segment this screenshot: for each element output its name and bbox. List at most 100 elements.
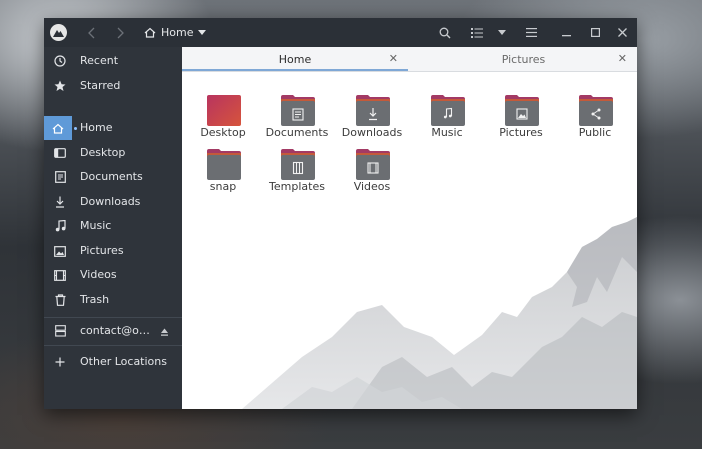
picture-icon	[52, 243, 68, 259]
folder-downloads[interactable]: Downloads	[339, 92, 405, 146]
active-indicator	[74, 127, 77, 130]
folder-label: Music	[431, 126, 463, 139]
sidebar-item-videos[interactable]: Videos	[44, 263, 182, 287]
sidebar-item-pictures[interactable]: Pictures	[44, 239, 182, 263]
back-button[interactable]	[84, 18, 100, 47]
download-icon	[52, 194, 68, 210]
sidebar-item-label: Pictures	[80, 244, 124, 257]
plus-icon	[52, 354, 68, 370]
active-tab-indicator	[182, 69, 408, 71]
folder-label: Templates	[269, 180, 325, 193]
minimize-button[interactable]	[557, 18, 575, 47]
sidebar-item-label: Starred	[80, 79, 121, 92]
desktop-icon	[52, 145, 68, 161]
folder-label: Documents	[265, 126, 329, 139]
star-icon	[52, 78, 68, 94]
sidebar-item-starred[interactable]: Starred	[44, 74, 182, 98]
home-icon	[44, 116, 72, 140]
sidebar-item-music[interactable]: Music	[44, 214, 182, 238]
sidebar-item-downloads[interactable]: Downloads	[44, 190, 182, 214]
sidebar-item-label: Other Locations	[80, 355, 167, 368]
tab-label: Pictures	[501, 52, 546, 66]
sidebar-divider	[44, 345, 182, 346]
hamburger-menu-icon	[525, 28, 537, 37]
folder-icon	[207, 95, 241, 126]
chevron-down-icon	[498, 30, 506, 35]
folder-desktop[interactable]: Desktop	[190, 92, 256, 146]
main-menu-button[interactable]	[522, 18, 540, 47]
sidebar-item-label: Home	[80, 121, 113, 134]
sidebar-item-home[interactable]: Home	[44, 116, 182, 140]
folder-icon	[207, 149, 241, 180]
sidebar-item-label: Music	[80, 219, 112, 232]
file-manager-window: Home Recent Starred Home Desktop Documen…	[44, 18, 637, 409]
folder-videos[interactable]: Videos	[339, 146, 405, 200]
home-icon	[144, 27, 156, 38]
maximize-icon	[590, 28, 600, 37]
folder-icon	[281, 95, 315, 126]
video-icon	[52, 267, 68, 283]
path-bar-home[interactable]: Home	[144, 18, 207, 47]
close-tab-icon[interactable]: ✕	[618, 52, 627, 65]
folder-icon	[505, 95, 539, 126]
sidebar-item-label: Documents	[80, 170, 143, 183]
folder-label: Pictures	[499, 126, 543, 139]
tab-home[interactable]: Home ✕	[182, 47, 408, 71]
folder-icon	[356, 95, 390, 126]
app-menu-icon[interactable]	[50, 24, 67, 41]
folder-label: Downloads	[341, 126, 403, 139]
sidebar-item-other-locations[interactable]: Other Locations	[44, 350, 182, 374]
close-tab-icon[interactable]: ✕	[389, 52, 398, 65]
tab-bar: Home ✕ Pictures ✕	[182, 47, 637, 72]
sidebar-item-label: Trash	[80, 293, 110, 306]
folder-documents[interactable]: Documents	[264, 92, 330, 146]
chevron-down-icon	[198, 30, 207, 35]
close-icon	[617, 28, 627, 37]
server-icon	[52, 323, 68, 339]
folder-icon	[356, 149, 390, 180]
location-label: Home	[161, 26, 194, 39]
document-icon	[52, 169, 68, 185]
folder-icon	[431, 95, 465, 126]
sidebar-item-label: Downloads	[80, 195, 141, 208]
folder-pictures[interactable]: Pictures	[488, 92, 554, 146]
maximize-button[interactable]	[586, 18, 604, 47]
sidebar-item-label: contact@o…	[80, 324, 150, 337]
tab-label: Home	[278, 52, 312, 66]
file-view: Home ✕ Pictures ✕ Desktop Documents Down…	[182, 47, 637, 409]
folder-public[interactable]: Public	[562, 92, 628, 146]
mountain-wallpaper-graphic	[242, 217, 637, 409]
close-window-button[interactable]	[613, 18, 631, 47]
sidebar-item-network-mount[interactable]: contact@o…	[44, 319, 182, 343]
forward-button[interactable]	[112, 18, 128, 47]
folder-icon	[281, 149, 315, 180]
chevron-left-icon	[88, 27, 95, 38]
tab-pictures[interactable]: Pictures ✕	[410, 47, 637, 71]
folder-label: Desktop	[200, 126, 246, 139]
view-list-button[interactable]	[468, 18, 486, 47]
folder-label: Videos	[353, 180, 391, 193]
sidebar-item-label: Desktop	[80, 146, 126, 159]
sidebar-item-documents[interactable]: Documents	[44, 165, 182, 189]
folder-label: Public	[578, 126, 612, 139]
folder-icon	[579, 95, 613, 126]
sidebar-divider	[44, 317, 182, 318]
folder-music[interactable]: Music	[414, 92, 480, 146]
search-icon	[439, 27, 451, 38]
eject-icon[interactable]	[161, 326, 168, 339]
sidebar-item-recent[interactable]: Recent	[44, 49, 182, 73]
minimize-icon	[561, 35, 571, 37]
list-view-icon	[471, 28, 483, 38]
sidebar-item-desktop[interactable]: Desktop	[44, 141, 182, 165]
sidebar-item-label: Videos	[80, 268, 117, 281]
places-sidebar: Recent Starred Home Desktop Documents Do…	[44, 47, 182, 409]
search-button[interactable]	[436, 18, 454, 47]
sidebar-item-label: Recent	[80, 54, 119, 67]
view-options-button[interactable]	[494, 18, 510, 47]
header-bar: Home	[44, 18, 637, 47]
chevron-right-icon	[117, 27, 124, 38]
music-icon	[52, 218, 68, 234]
sidebar-item-trash[interactable]: Trash	[44, 288, 182, 312]
folder-snap[interactable]: snap	[190, 146, 256, 200]
folder-templates[interactable]: Templates	[264, 146, 330, 200]
